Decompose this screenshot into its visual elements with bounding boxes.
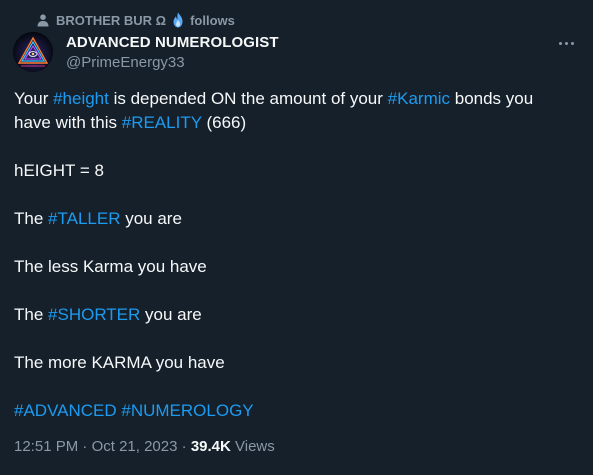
hashtag-link[interactable]: #NUMEROLOGY xyxy=(121,401,253,420)
author-block: ADVANCED NUMEROLOGIST @PrimeEnergy33 xyxy=(66,34,279,73)
text-segment: (666) xyxy=(201,113,247,132)
hashtag-link[interactable]: #ADVANCED xyxy=(14,401,117,420)
more-horizontal-icon-dot xyxy=(564,41,568,45)
tweet-paragraph: hEIGHT = 8 xyxy=(14,161,104,180)
social-context-action: follows xyxy=(190,12,235,28)
author-handle[interactable]: @PrimeEnergy33 xyxy=(66,53,279,73)
tweet-paragraph: The #TALLER you are xyxy=(14,207,554,231)
hashtag-link[interactable]: #Karmic xyxy=(388,89,450,108)
tweet-meta: 12:51 PM · Oct 21, 2023 · 39.4K Views xyxy=(14,438,275,455)
tweet-paragraph: The #SHORTER you are xyxy=(14,303,554,327)
person-icon xyxy=(37,14,49,27)
text-segment: you are xyxy=(120,209,182,228)
more-options-button[interactable] xyxy=(555,34,577,52)
avatar[interactable] xyxy=(13,32,53,72)
pyramid-eye-avatar-image xyxy=(13,32,53,72)
tweet-paragraph: Your #height is depended ON the amount o… xyxy=(14,87,554,135)
social-context-actor[interactable]: BROTHER BUR Ω xyxy=(56,13,166,28)
blue-flame-emoji-icon xyxy=(173,12,183,28)
hashtag-link[interactable]: #TALLER xyxy=(48,209,120,228)
text-segment: Your xyxy=(14,89,54,108)
tweet-time[interactable]: 12:51 PM xyxy=(14,438,78,455)
meta-separator: · xyxy=(177,438,191,455)
tweet-date[interactable]: Oct 21, 2023 xyxy=(92,438,178,455)
tweet-paragraph: #ADVANCED #NUMEROLOGY xyxy=(14,399,554,423)
text-segment: The xyxy=(14,305,49,324)
tweet-paragraph: The less Karma you have xyxy=(14,257,207,276)
tweet-paragraph: The more KARMA you have xyxy=(14,353,225,372)
text-segment: The xyxy=(14,209,49,228)
views-count: 39.4K xyxy=(190,438,231,455)
more-horizontal-icon-dot xyxy=(570,41,574,45)
views-label: Views xyxy=(230,438,275,455)
hashtag-link[interactable]: #height xyxy=(53,89,109,108)
social-context[interactable]: BROTHER BUR Ω follows xyxy=(36,11,235,29)
more-horizontal-icon xyxy=(558,41,562,45)
tweet-text: Your #height is depended ON the amount o… xyxy=(14,87,554,423)
hashtag-link[interactable]: #REALITY xyxy=(122,113,202,132)
hashtag-link[interactable]: #SHORTER xyxy=(48,305,140,324)
text-segment: is depended ON the amount of your xyxy=(108,89,388,108)
author-display-name[interactable]: ADVANCED NUMEROLOGIST xyxy=(66,34,279,52)
text-segment: you are xyxy=(140,305,202,324)
meta-separator: · xyxy=(78,438,92,455)
